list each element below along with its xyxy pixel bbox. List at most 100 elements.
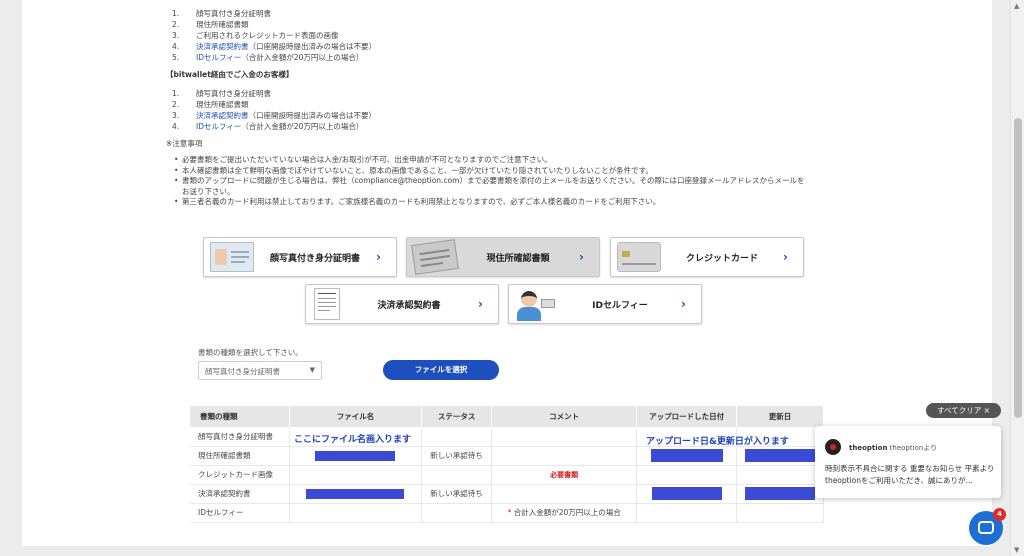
redacted-bar xyxy=(650,449,723,462)
filename-cell xyxy=(289,446,423,466)
table-row: クレジットカード画像 必要書類 xyxy=(190,465,825,485)
list-number: 1. xyxy=(172,89,180,98)
comment-cell xyxy=(491,446,638,466)
redacted-bar xyxy=(744,487,815,500)
doc-button-agreement[interactable]: 決済承認契約書 › xyxy=(305,284,499,324)
filename-cell xyxy=(289,465,423,485)
address-doc-thumbnail xyxy=(411,239,459,275)
doc-button-selfie[interactable]: IDセルフィー › xyxy=(508,284,702,324)
notification-sender: theoption theoptionより xyxy=(849,443,937,453)
note-item: 必要書類をご提出いただいていない場合は入金/お取引が不可、出金申請が不可となりま… xyxy=(174,155,808,166)
comment-cell xyxy=(491,427,638,447)
selfie-link[interactable]: IDセルフィー xyxy=(196,52,241,63)
filename-cell xyxy=(289,503,423,523)
selfie-thumbnail xyxy=(515,289,559,321)
redacted-bar xyxy=(315,450,396,461)
unread-badge: 4 xyxy=(993,508,1006,521)
note-item: 第三者名義のカード利用は禁止しております。ご家族様名義のカードも利用禁止となりま… xyxy=(174,197,808,208)
doc-button-label: 顔写真付き身分証明書 xyxy=(269,253,360,264)
column-header: 書類の種類 xyxy=(190,406,290,427)
status-cell xyxy=(421,427,493,447)
dates-annotation: アップロード日&更新日が入ります xyxy=(646,437,789,447)
doc-button-label: 決済承認契約書 xyxy=(377,300,441,311)
notes-list: 必要書類をご提出いただいていない場合は入金/お取引が不可、出金申請が不可となりま… xyxy=(174,155,808,208)
doc-type-cell: 現住所確認書類 xyxy=(190,446,290,466)
list-item: 2. 現住所確認書類 xyxy=(172,99,808,110)
sender-avatar xyxy=(825,439,841,455)
list-text: 現住所確認書類 xyxy=(196,20,249,29)
scroll-down-icon[interactable]: ▼ xyxy=(1014,546,1019,554)
list-note: （口座開設時提出済みの場合は不要） xyxy=(248,111,377,120)
filename-annotation: ここにファイル名画入ります xyxy=(294,435,412,445)
comment-cell: 必要書類 xyxy=(491,465,638,485)
status-cell xyxy=(421,503,493,523)
scrollbar[interactable]: ▲ ▼ xyxy=(1010,0,1024,556)
required-label: 必要書類 xyxy=(550,470,579,479)
chevron-right-icon: › xyxy=(376,250,381,264)
doc-button-id-card[interactable]: 顔写真付き身分証明書 › xyxy=(203,237,397,277)
doc-button-credit-card[interactable]: クレジットカード › xyxy=(610,237,804,277)
list-item: 5. IDセルフィー （合計入金額が20万円以上の場合） xyxy=(172,52,808,63)
comment-cell xyxy=(491,484,638,504)
column-header: ステータス xyxy=(421,406,493,427)
bitwallet-docs-list: 1. 顔写真付き身分証明書 2. 現住所確認書類 3. 決済承認契約書 （口座開設時提出… xyxy=(172,88,808,132)
list-item: 1. 顔写真付き身分証明書 xyxy=(172,8,808,19)
table-header-row: 書類の種類 ファイル名 ステータス コメント アップロードした日付 更新日 xyxy=(190,406,825,427)
notes-title: ※注意事項 xyxy=(166,139,203,148)
uploaded-date-cell xyxy=(636,446,737,466)
clear-all-button[interactable]: すべてクリア × xyxy=(926,403,1001,418)
agreement-link[interactable]: 決済承認契約書 xyxy=(196,41,249,52)
uploaded-date-cell xyxy=(636,503,737,523)
agreement-link[interactable]: 決済承認契約書 xyxy=(196,110,249,121)
chevron-right-icon: › xyxy=(783,250,788,264)
table-row: 現住所確認書類 新しい承認待ち xyxy=(190,446,825,466)
list-number: 2. xyxy=(172,100,180,109)
sender-name: theoption xyxy=(849,444,888,452)
comment-cell: * 合計入金額が20万円以上の場合 xyxy=(491,503,638,523)
list-item: 2. 現住所確認書類 xyxy=(172,19,808,30)
list-note: （合計入金額が20万円以上の場合） xyxy=(241,53,364,62)
status-cell xyxy=(421,465,493,485)
updated-date-cell xyxy=(736,484,825,504)
redacted-bar xyxy=(306,488,405,499)
credit-docs-list: 1. 顔写真付き身分証明書 2. 現住所確認書類 3. ご利用されるクレジットカード表… xyxy=(172,8,808,63)
updated-date-cell xyxy=(736,465,825,485)
note-item: 書類のアップロードに問題が生じる場合は、弊社（compliance@theopt… xyxy=(174,176,808,197)
redacted-bar xyxy=(744,449,815,462)
doc-button-label: 現住所確認書類 xyxy=(486,253,550,264)
doc-button-label: クレジットカード xyxy=(685,253,758,264)
chevron-right-icon: › xyxy=(681,297,686,311)
chevron-right-icon: › xyxy=(478,297,483,311)
status-cell: 新しい承認待ち xyxy=(421,446,493,466)
choose-file-button[interactable]: ファイルを選択 xyxy=(383,360,499,380)
list-note: （口座開設時提出済みの場合は不要） xyxy=(248,42,377,51)
list-item: 1. 顔写真付き身分証明書 xyxy=(172,88,808,99)
redacted-bar xyxy=(651,487,722,500)
id-card-thumbnail xyxy=(210,242,254,272)
column-header: アップロードした日付 xyxy=(636,406,737,427)
list-item: 3. 決済承認契約書 （口座開設時提出済みの場合は不要） xyxy=(172,110,808,121)
credit-card-thumbnail xyxy=(617,242,661,272)
notification-card[interactable]: theoption theoptionより 時刻表示不具合に関する 重要なお知ら… xyxy=(815,426,1001,498)
selfie-link[interactable]: IDセルフィー xyxy=(196,121,241,132)
list-text: 顔写真付き身分証明書 xyxy=(196,9,271,18)
select-label: 書類の種類を選択して下さい。 xyxy=(198,348,303,357)
uploaded-date-cell xyxy=(636,465,737,485)
select-value: 顔写真付き身分証明書 xyxy=(205,367,280,376)
doc-type-cell: IDセルフィー xyxy=(190,503,290,523)
list-number: 1. xyxy=(172,9,180,18)
doc-button-address[interactable]: 現住所確認書類 › xyxy=(406,237,600,277)
column-header: 更新日 xyxy=(736,406,825,427)
scroll-up-icon[interactable]: ▲ xyxy=(1014,2,1019,10)
note-item: 本人確認書類は全て鮮明な画像でぼやけていないこと、原本の画像であること、一部が欠… xyxy=(174,166,808,177)
bitwallet-heading: 【bitwallet経由でご入金のお客様】 xyxy=(166,70,294,79)
uploaded-files-table: 書類の種類 ファイル名 ステータス コメント アップロードした日付 更新日 顔写… xyxy=(190,406,825,523)
list-number: 5. xyxy=(172,53,180,62)
document-type-select[interactable]: 顔写真付き身分証明書 ▼ xyxy=(198,361,322,380)
chat-launcher-button[interactable]: 4 xyxy=(969,508,1006,545)
scrollbar-thumb[interactable] xyxy=(1014,118,1022,418)
column-header: コメント xyxy=(491,406,638,427)
caret-down-icon: ▼ xyxy=(309,366,315,374)
sender-suffix: theoptionより xyxy=(887,444,938,452)
list-item: 4. IDセルフィー （合計入金額が20万円以上の場合） xyxy=(172,121,808,132)
